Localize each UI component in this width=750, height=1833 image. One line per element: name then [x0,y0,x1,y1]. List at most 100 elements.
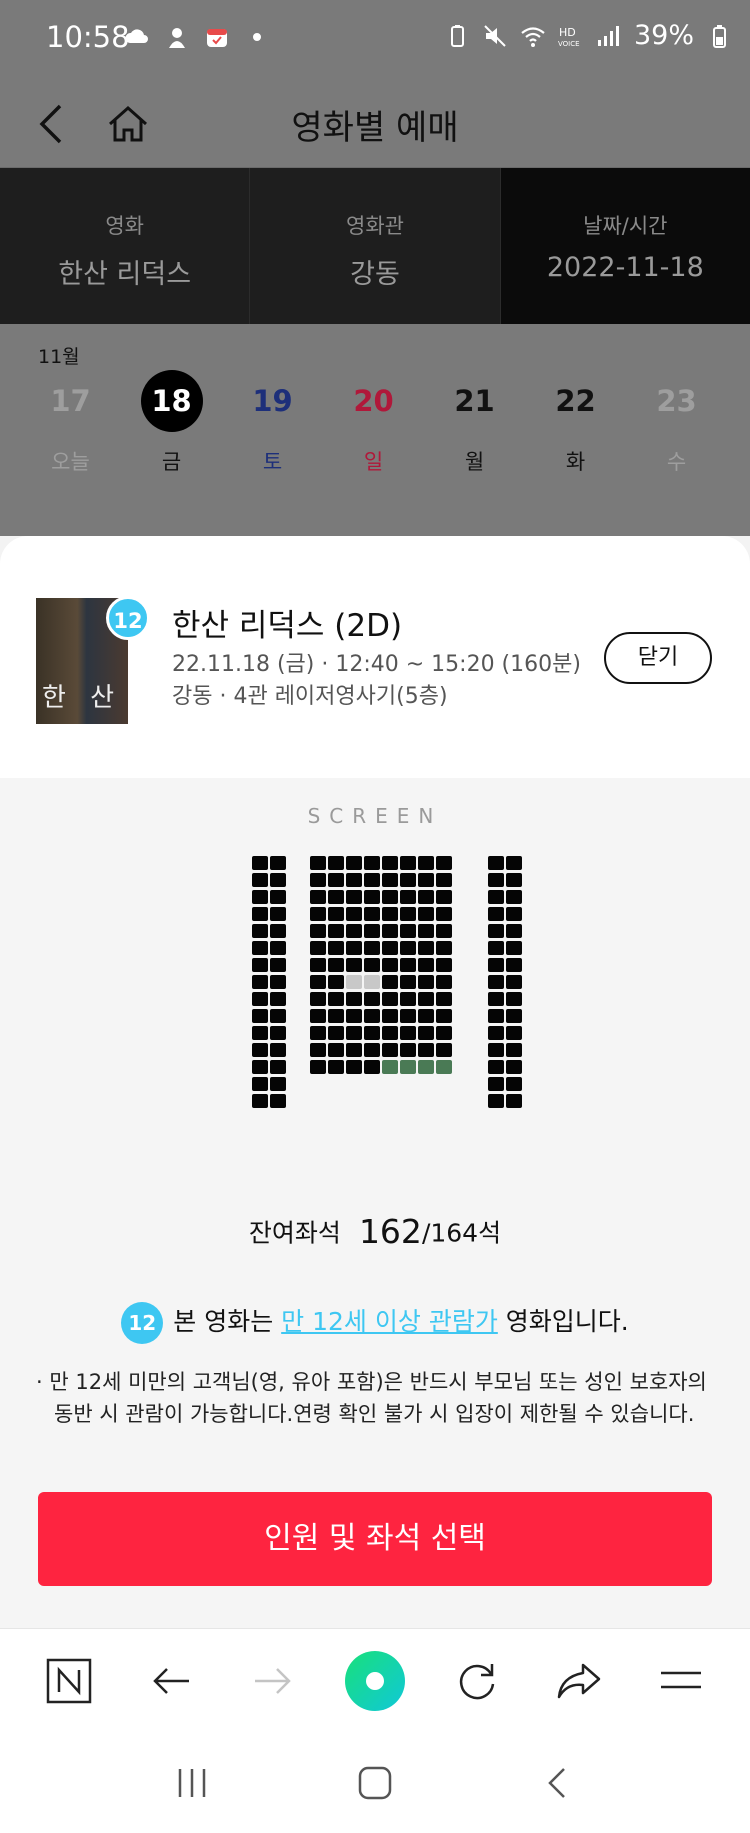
seat [488,1043,504,1057]
date-number: 22 [555,384,596,418]
seat [488,1077,504,1091]
cloud-icon [125,29,148,43]
battery-saver-icon [450,24,464,47]
date-item[interactable]: 17 오늘 [20,370,121,476]
home-nav-button[interactable] [340,1753,410,1813]
seat [328,873,344,887]
back-nav-button[interactable] [523,1753,593,1813]
date-weekday: 오늘 [51,450,90,474]
naver-home-button[interactable] [29,1641,109,1721]
browser-back-button[interactable] [131,1641,211,1721]
tab-movie-label: 영화 [105,214,144,238]
seat [270,1077,286,1091]
tab-theater-label: 영화관 [346,214,404,238]
seat [270,958,286,972]
seat [346,958,362,972]
seat [436,856,452,870]
seat [270,992,286,1006]
seat [488,1060,504,1074]
seat [382,907,398,921]
svg-text:VOICE: VOICE [558,40,580,48]
tab-movie[interactable]: 영화 한산 리덕스 [0,168,251,324]
seat [506,1060,522,1074]
remaining-count: 162 [358,1212,422,1251]
seat [252,924,268,938]
seat [436,1026,452,1040]
status-time: 10:58 [46,20,130,54]
date-weekday: 금 [161,450,182,474]
age-notice-link[interactable]: 만 12세 이상 관람가 [281,1307,498,1336]
select-seats-button[interactable]: 인원 및 좌석 선택 [38,1492,712,1586]
seat [506,856,522,870]
seat [488,941,504,955]
seat [346,907,362,921]
month-label: 11월 [38,346,80,368]
seat [328,890,344,904]
seat [364,958,380,972]
seat [270,1094,286,1108]
notification-icons [124,24,270,50]
menu-button[interactable] [641,1641,721,1721]
date-number: 20 [353,384,394,418]
tab-datetime-label: 날짜/시간 [583,214,668,238]
seat [252,1043,268,1057]
seat [488,856,504,870]
seat [382,992,398,1006]
seat [382,1009,398,1023]
seat [506,992,522,1006]
date-item[interactable]: 20 일 [323,370,424,476]
seat-preview-sheet: 한 산 12 한산 리덕스 (2D) 22.11.18 (금) · 12:40 … [0,536,750,1628]
seat [310,975,326,989]
date-number: 23 [656,384,697,418]
seat [382,924,398,938]
page-title: 영화별 예매 [291,108,459,148]
seat [436,958,452,972]
green-dot-button[interactable] [335,1641,415,1721]
browser-forward-button[interactable] [233,1641,313,1721]
recent-apps-button[interactable] [157,1753,227,1813]
tab-datetime[interactable]: 날짜/시간 2022-11-18 [500,168,750,324]
tab-datetime-value: 2022-11-18 [546,252,704,283]
seat [328,924,344,938]
seat [328,1060,344,1074]
age-notice-suffix: 영화입니다. [497,1307,629,1336]
seat [346,1043,362,1057]
date-item[interactable]: 23 수 [626,370,727,476]
naver-n-icon [46,1658,92,1704]
date-item[interactable]: 22 화 [525,370,626,476]
close-button[interactable]: 닫기 [604,632,712,684]
system-icons: HD VOICE 39% [444,20,732,51]
seat [252,873,268,887]
date-item[interactable]: 18 금 [121,370,222,476]
seat [310,992,326,1006]
signal-icon [597,25,619,46]
app-header: 영화별 예매 [0,80,750,168]
seat [418,890,434,904]
app-notification-icon [169,28,185,48]
seat [328,1026,344,1040]
age-rating-badge: 12 [121,1302,164,1344]
dot-icon [253,33,261,41]
seat [506,907,522,921]
seat [400,975,416,989]
date-item[interactable]: 19 토 [222,370,323,476]
battery-icon [713,24,726,48]
seat [400,856,416,870]
age-notice: 12 본 영화는 만 12세 이상 관람가 영화입니다. [0,1302,750,1344]
seat [506,890,522,904]
seat [506,1009,522,1023]
date-weekday: 토 [262,450,283,474]
seat [382,873,398,887]
refresh-button[interactable] [437,1641,517,1721]
seat [270,873,286,887]
poster-title-art: 한 산 [42,683,123,713]
seat [252,856,268,870]
share-button[interactable] [539,1641,619,1721]
date-item[interactable]: 21 월 [424,370,525,476]
tab-theater[interactable]: 영화관 강동 [250,168,501,324]
seat [270,941,286,955]
status-bar: 10:58 HD VOICE 39% [0,0,750,80]
seat [382,1060,398,1074]
seat [328,856,344,870]
chevron-left-icon [548,1768,566,1798]
